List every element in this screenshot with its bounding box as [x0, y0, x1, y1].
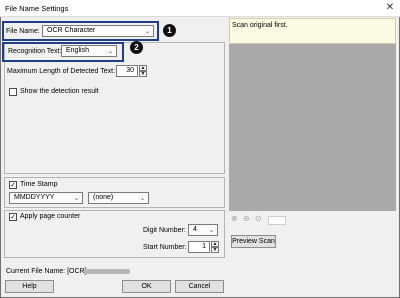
zoom-in-icon[interactable]: ⊕ [231, 214, 238, 223]
digit-number-select[interactable]: 4 ⌄ [188, 224, 218, 236]
preview-scan-button[interactable]: Preview Scan [231, 235, 276, 248]
zoom-out-icon[interactable]: ⊖ [243, 214, 250, 223]
show-detection-checkbox[interactable] [9, 88, 17, 96]
callout-badge-1: 1 [163, 24, 176, 37]
zoom-field[interactable] [268, 216, 286, 225]
spin-down-icon[interactable]: ▼ [139, 71, 147, 77]
current-filename-label: Current File Name: [OCR] [6, 268, 87, 275]
callout-frame-1 [2, 21, 159, 41]
chevron-down-icon: ⌄ [73, 196, 79, 202]
maxlen-label: Maximum Length of Detected Text: [7, 68, 116, 75]
callout-badge-2: 2 [130, 41, 143, 54]
spin-down-icon[interactable]: ▼ [211, 247, 219, 253]
timestamp-separator-select[interactable]: (none) ⌄ [88, 192, 149, 204]
timestamp-format-value: MMDDYYYY [14, 194, 55, 201]
window-title: File Name Settings [5, 4, 69, 13]
start-number-input[interactable]: 1 [188, 241, 210, 253]
page-counter-label: Apply page counter [20, 213, 81, 220]
chevron-down-icon: ⌄ [139, 196, 145, 202]
ok-button[interactable]: OK [122, 280, 171, 293]
chevron-down-icon: ⌄ [208, 228, 214, 234]
close-icon[interactable]: ✕ [383, 2, 397, 14]
start-number-label: Start Number: [143, 244, 187, 251]
cancel-button[interactable]: Cancel [175, 280, 224, 293]
preview-message: Scan original first. [232, 22, 288, 29]
timestamp-separator-value: (none) [93, 194, 114, 201]
timestamp-format-select[interactable]: MMDDYYYY ⌄ [9, 192, 83, 204]
digit-number-value: 4 [193, 226, 197, 233]
show-detection-label: Show the detection result [20, 88, 99, 95]
fit-icon[interactable]: ⊙ [255, 214, 262, 223]
page-counter-checkbox[interactable]: ✓ [9, 213, 17, 221]
digit-number-label: Digit Number: [143, 227, 186, 234]
preview-area [229, 44, 396, 211]
maxlen-input[interactable]: 30 [116, 65, 138, 77]
help-button[interactable]: Help [5, 280, 54, 293]
timestamp-label: Time Stamp [20, 181, 58, 188]
timestamp-checkbox[interactable]: ✓ [9, 181, 17, 189]
current-filename-redacted [84, 269, 130, 274]
callout-frame-2 [2, 42, 124, 62]
